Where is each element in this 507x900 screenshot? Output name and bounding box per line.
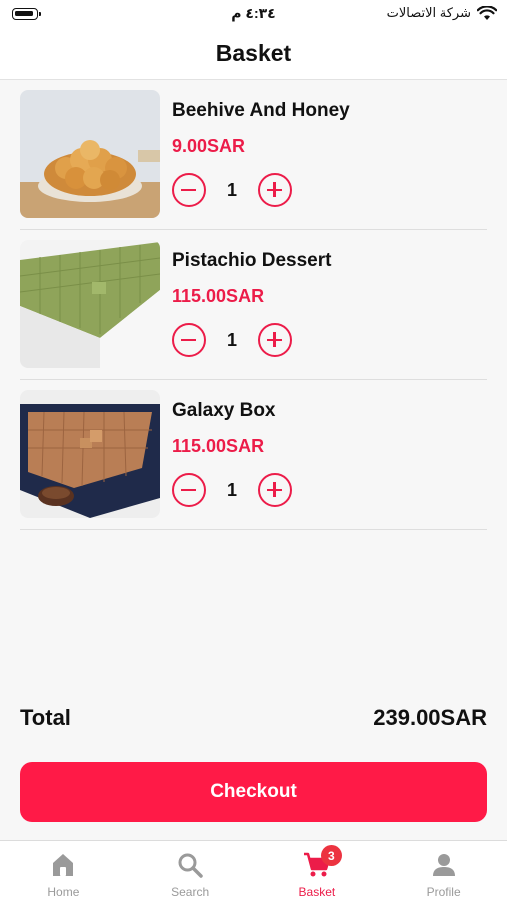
basket-list: Beehive And Honey 9.00SAR 1 Pistachio De… <box>20 80 487 530</box>
total-label: Total <box>20 705 71 730</box>
quantity-value: 1 <box>226 479 237 500</box>
search-icon <box>176 851 204 879</box>
basket-item: Galaxy Box 115.00SAR 1 <box>20 380 487 530</box>
tab-basket-label: Basket <box>298 885 336 899</box>
total-value: 239.00SAR <box>373 705 487 730</box>
status-right: شركة الاتصالات <box>387 5 497 21</box>
status-bar: ٤:٣٤ م شركة الاتصالات <box>0 0 507 28</box>
cart-count-badge: 3 <box>320 845 342 866</box>
product-image-pistachio-dessert[interactable] <box>20 240 160 368</box>
carrier-name: شركة الاتصالات <box>386 5 471 20</box>
product-price: 9.00SAR <box>172 136 246 156</box>
wifi-icon <box>477 5 497 21</box>
product-name[interactable]: Pistachio Dessert <box>172 250 331 272</box>
tab-profile-label: Profile <box>426 885 461 899</box>
increase-quantity-button[interactable] <box>258 173 292 207</box>
product-image-chocolate-box[interactable] <box>20 390 160 518</box>
basket-item: Pistachio Dessert 115.00SAR 1 <box>20 230 487 380</box>
quantity-stepper: 1 <box>172 323 292 357</box>
tab-home[interactable]: Home <box>0 841 127 900</box>
cart-icon: 3 <box>303 845 342 879</box>
checkout-button[interactable]: Checkout <box>20 762 487 822</box>
product-name[interactable]: Galaxy Box <box>172 400 276 422</box>
decrease-quantity-button[interactable] <box>172 323 206 357</box>
tab-home-label: Home <box>47 885 80 899</box>
decrease-quantity-button[interactable] <box>172 473 206 507</box>
tab-bar: Home Search 3 Basket Profile <box>0 840 507 900</box>
quantity-value: 1 <box>226 179 237 200</box>
quantity-stepper: 1 <box>172 173 292 207</box>
header: Basket <box>0 28 507 80</box>
tab-profile[interactable]: Profile <box>380 841 507 900</box>
tab-search-label: Search <box>171 885 210 899</box>
person-icon <box>430 851 458 879</box>
product-price: 115.00SAR <box>172 286 265 306</box>
tab-basket[interactable]: 3 Basket <box>254 841 381 900</box>
basket-item: Beehive And Honey 9.00SAR 1 <box>20 80 487 230</box>
quantity-stepper: 1 <box>172 473 292 507</box>
decrease-quantity-button[interactable] <box>172 173 206 207</box>
increase-quantity-button[interactable] <box>258 473 292 507</box>
total-row: Total 239.00SAR <box>20 705 487 731</box>
product-price: 115.00SAR <box>172 436 265 456</box>
tab-search[interactable]: Search <box>127 841 254 900</box>
page-title: Basket <box>215 40 292 66</box>
quantity-value: 1 <box>226 329 237 350</box>
home-icon <box>49 851 77 879</box>
product-name[interactable]: Beehive And Honey <box>172 100 350 122</box>
increase-quantity-button[interactable] <box>258 323 292 357</box>
product-image-honey-bread[interactable] <box>20 90 160 218</box>
